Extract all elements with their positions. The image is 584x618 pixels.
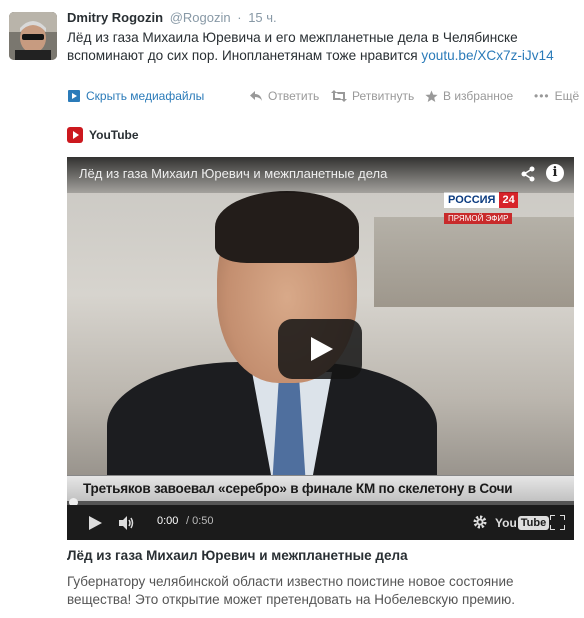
channel-logo-live: ПРЯМОЙ ЭФИР xyxy=(444,213,513,224)
youtube-logo-you: You xyxy=(495,515,517,530)
avatar-image xyxy=(9,12,57,60)
tweet-header: Dmitry Rogozin @Rogozin · 15 ч. xyxy=(67,10,277,25)
ticker-text: Третьяков завоевал «серебро» в финале КМ… xyxy=(83,481,513,496)
channel-logo: РОССИЯ 24 ПРЯМОЙ ЭФИР xyxy=(444,192,536,224)
video-headline[interactable]: Лёд из газа Михаил Юревич и межпланетные… xyxy=(67,548,408,563)
reply-label: Ответить xyxy=(268,89,320,103)
media-source-label: YouTube xyxy=(89,128,139,142)
reply-button[interactable]: Ответить xyxy=(249,89,319,103)
play-overlay-button[interactable] xyxy=(278,319,362,379)
video-title[interactable]: Лёд из газа Михаил Юревич и межпланетные… xyxy=(79,166,387,181)
video-link[interactable]: youtu.be/XCx7z-iJv14 xyxy=(421,48,553,63)
tweet-actions: Скрыть медиафайлы Ответить Ретвитнуть В … xyxy=(67,89,579,107)
youtube-logo-tube: Tube xyxy=(517,515,550,530)
author-name[interactable]: Dmitry Rogozin xyxy=(67,10,163,25)
video-description: Губернатору челябинской области известно… xyxy=(67,574,516,607)
retweet-icon xyxy=(331,90,347,102)
timestamp[interactable]: 15 ч. xyxy=(248,10,276,25)
time-duration: / 0:50 xyxy=(186,515,214,527)
video-player[interactable]: РОССИЯ 24 ПРЯМОЙ ЭФИР Лёд из газа Михаил… xyxy=(67,157,574,540)
info-icon[interactable]: i xyxy=(546,164,564,182)
favorite-button[interactable]: В избранное xyxy=(425,89,513,103)
favorite-label: В избранное xyxy=(443,89,514,103)
person-hair xyxy=(215,191,359,263)
author-handle[interactable]: @Rogozin xyxy=(170,10,231,25)
avatar[interactable] xyxy=(9,12,57,60)
volume-icon[interactable] xyxy=(119,516,135,530)
star-icon xyxy=(425,90,438,102)
reply-icon xyxy=(250,91,262,101)
separator: · xyxy=(237,10,242,25)
share-icon[interactable] xyxy=(520,166,536,182)
time-current: 0:00 xyxy=(157,515,179,527)
media-source: YouTube xyxy=(67,127,139,143)
retweet-label: Ретвитнуть xyxy=(352,89,415,103)
video-titlebar: Лёд из газа Михаил Юревич и межпланетные… xyxy=(67,157,574,193)
hide-media-button[interactable]: Скрыть медиафайлы xyxy=(67,89,204,103)
video-frame[interactable]: РОССИЯ 24 ПРЯМОЙ ЭФИР Лёд из газа Михаил… xyxy=(67,157,574,502)
tweet-text: Лёд из газа Михаила Юревича и его межпла… xyxy=(67,29,577,65)
play-icon[interactable] xyxy=(89,516,102,530)
fullscreen-icon[interactable] xyxy=(550,515,565,530)
more-icon: ••• xyxy=(534,89,550,103)
more-label: Ещё xyxy=(554,89,580,103)
hide-media-label: Скрыть медиафайлы xyxy=(86,89,205,103)
channel-logo-number: 24 xyxy=(499,192,518,208)
retweet-button[interactable]: Ретвитнуть xyxy=(331,89,414,103)
settings-icon[interactable] xyxy=(472,514,488,530)
media-icon xyxy=(68,90,80,102)
youtube-icon xyxy=(67,127,83,143)
news-ticker: Третьяков завоевал «серебро» в финале КМ… xyxy=(67,475,574,502)
channel-logo-text: РОССИЯ xyxy=(444,192,500,208)
youtube-logo[interactable]: You Tube xyxy=(495,514,550,531)
background-building xyxy=(374,217,574,307)
more-button[interactable]: ••• Ещё xyxy=(534,89,579,103)
player-controls: 0:00 / 0:50 You Tube xyxy=(67,505,574,540)
